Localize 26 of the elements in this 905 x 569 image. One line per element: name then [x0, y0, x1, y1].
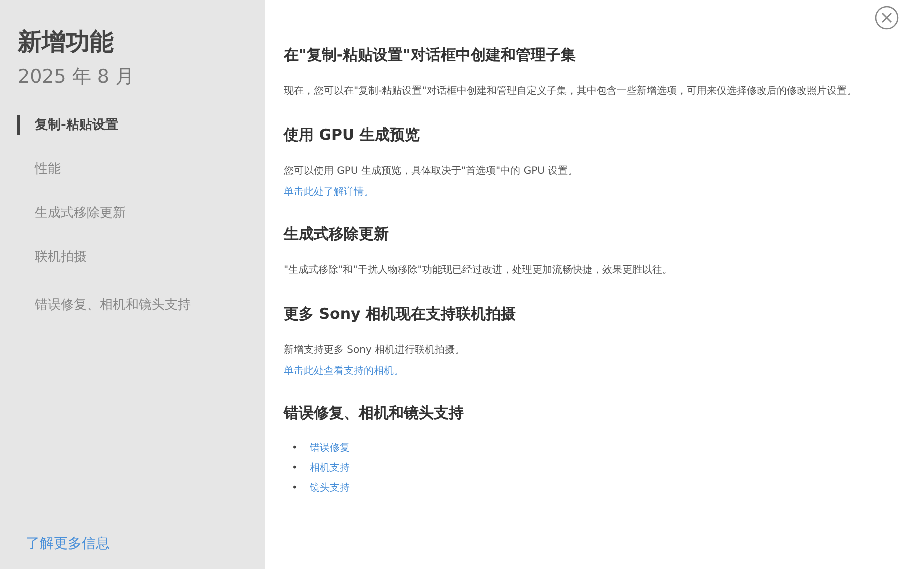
learn-more-link[interactable]: 了解更多信息 — [26, 535, 265, 553]
details-link[interactable]: 单击此处了解详情。 — [284, 185, 374, 199]
sidebar-item[interactable]: 性能 — [0, 158, 265, 180]
list-link[interactable]: 相机支持 — [310, 461, 350, 475]
section-heading: 在"复制-粘贴设置"对话框中创建和管理子集 — [284, 46, 577, 65]
bullet: • — [292, 482, 298, 494]
section-text: 新增支持更多 Sony 相机进行联机拍摄。 — [284, 344, 466, 358]
sidebar-item[interactable]: 生成式移除更新 — [0, 202, 265, 224]
bullet: • — [292, 462, 298, 474]
section-heading: 使用 GPU 生成预览 — [284, 126, 421, 145]
section-text: 您可以使用 GPU 生成预览，具体取决于"首选项"中的 GPU 设置。 — [284, 164, 580, 179]
section-heading: 更多 Sony 相机现在支持联机拍摄 — [284, 305, 518, 324]
sidebar-item[interactable]: 复制-粘贴设置 — [0, 114, 265, 136]
list-link[interactable]: 镜头支持 — [310, 481, 350, 495]
bullet: • — [292, 442, 298, 454]
sidebar-title: 新增功能 — [18, 27, 115, 58]
section-heading: 生成式移除更新 — [284, 225, 390, 244]
sidebar-item[interactable]: 错误修复、相机和镜头支持 — [0, 294, 265, 316]
section-text: "生成式移除"和"干扰人物移除"功能现已经过改进，处理更加流畅快捷，效果更胜以往。 — [284, 264, 674, 278]
sidebar-item[interactable]: 联机拍摄 — [0, 246, 265, 268]
section-heading: 错误修复、相机和镜头支持 — [284, 404, 465, 423]
list-link[interactable]: 错误修复 — [310, 441, 350, 455]
close-icon[interactable] — [875, 6, 899, 30]
release-date: 2025 年 8 月 — [18, 65, 136, 90]
details-link[interactable]: 单击此处查看支持的相机。 — [284, 364, 404, 378]
section-text: 现在，您可以在"复制-粘贴设置"对话框中创建和管理自定义子集，其中包含一些新增选项，可用来仅选择修改后的修改照片设置。 — [284, 84, 858, 99]
